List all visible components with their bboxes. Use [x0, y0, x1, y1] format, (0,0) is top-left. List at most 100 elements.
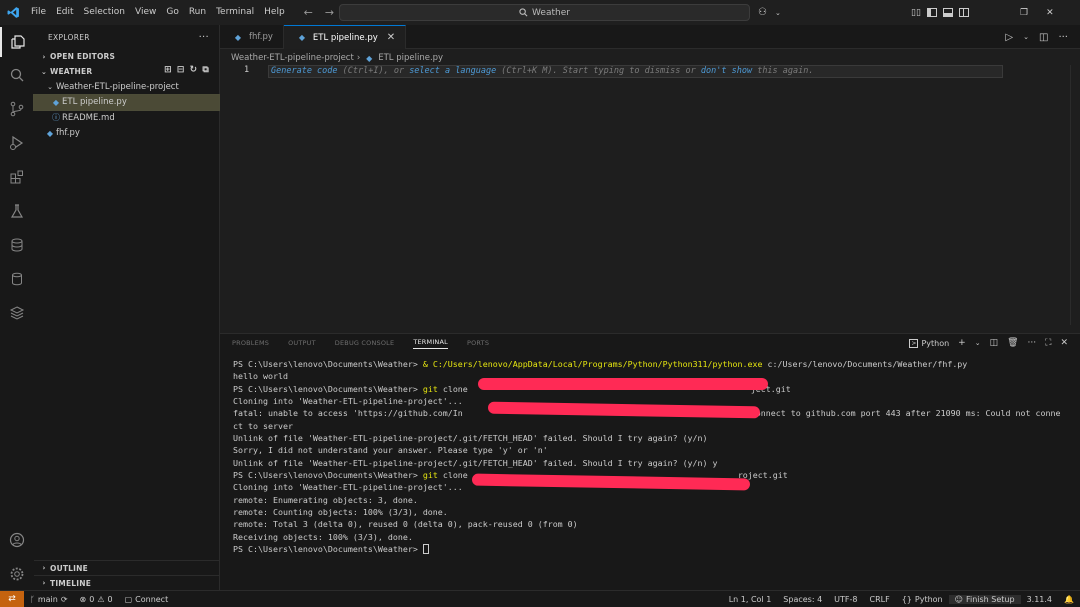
toggle-panel-icon[interactable] — [942, 8, 953, 17]
layout-controls: ▯▯ — [911, 0, 969, 25]
select-language-link[interactable]: select a language — [409, 66, 496, 76]
terminal-selector[interactable]: > Python — [909, 338, 949, 348]
chevron-right-icon: › — [42, 564, 46, 572]
terminal-icon: > — [909, 338, 919, 348]
hint-text: (Ctrl+K M). Start typing to dismiss or — [496, 66, 701, 76]
explorer-header: EXPLORER ··· — [34, 25, 219, 49]
warning-icon: ⚠ — [97, 594, 105, 604]
toggle-secondary-sidebar-icon[interactable] — [958, 8, 969, 17]
file-fhf[interactable]: ◆ fhf.py — [34, 126, 219, 142]
source-control-icon[interactable] — [0, 94, 34, 124]
tab-fhf[interactable]: ◆ fhf.py — [220, 25, 284, 49]
account-icon[interactable] — [0, 525, 34, 555]
menu-go[interactable]: Go — [161, 0, 183, 25]
terminal-line: Receiving objects: 100% (3/3), done. — [233, 531, 413, 542]
split-editor-icon[interactable]: ◫ — [1039, 32, 1048, 43]
breadcrumb-file[interactable]: ETL pipeline.py — [378, 53, 443, 63]
close-icon[interactable]: ✕ — [387, 32, 395, 43]
menu-run[interactable]: Run — [184, 0, 211, 25]
terminal-line: Unlink of file 'Weather-ETL-pipeline-pro… — [233, 433, 708, 444]
maximize-panel-icon[interactable]: ⛶ — [1045, 338, 1051, 348]
extensions-icon[interactable] — [0, 162, 34, 192]
menu-file[interactable]: File — [26, 0, 51, 25]
tab-problems[interactable]: PROBLEMS — [232, 339, 269, 347]
terminal-command: git — [422, 470, 438, 481]
terminal-line: Sorry, I did not understand your answer.… — [233, 445, 548, 456]
new-folder-icon[interactable]: ⊟ — [177, 65, 185, 75]
command-center-search[interactable]: Weather — [339, 4, 750, 21]
open-editors-section[interactable]: › OPEN EDITORS — [34, 49, 219, 64]
tab-ports[interactable]: PORTS — [467, 339, 489, 347]
tab-label: fhf.py — [249, 32, 273, 42]
close-window-icon[interactable]: ✕ — [1046, 8, 1054, 18]
timeline-section[interactable]: › TIMELINE — [34, 575, 219, 590]
collapse-all-icon[interactable]: ⧉ — [202, 65, 209, 75]
generate-code-link[interactable]: Generate code — [271, 66, 338, 76]
database-icon[interactable] — [0, 230, 34, 260]
new-terminal-icon[interactable]: + — [958, 338, 966, 348]
info-icon: ⓘ — [52, 113, 60, 123]
menu-selection[interactable]: Selection — [79, 0, 130, 25]
toggle-primary-sidebar-icon[interactable] — [926, 8, 937, 17]
problems-indicator[interactable]: ⊗ 0 ⚠ 0 — [74, 595, 119, 604]
search-icon[interactable] — [0, 60, 34, 90]
tab-etl-pipeline[interactable]: ◆ ETL pipeline.py ✕ — [283, 25, 407, 49]
editor-scrollbar[interactable] — [1070, 65, 1071, 325]
chevron-down-icon[interactable]: ⌄ — [1023, 33, 1029, 41]
layers-icon[interactable] — [0, 298, 34, 328]
storage-icon[interactable] — [0, 264, 34, 294]
copilot-menu[interactable]: ⚇ ⌄ — [758, 0, 781, 25]
run-debug-icon[interactable] — [0, 128, 34, 158]
python-interpreter[interactable]: 3.11.4 — [1021, 595, 1058, 604]
chevron-down-icon: ⌄ — [40, 67, 48, 76]
cursor-position[interactable]: Ln 1, Col 1 — [723, 595, 778, 604]
tab-terminal[interactable]: TERMINAL — [413, 338, 448, 349]
connect-button[interactable]: ▢ Connect — [119, 595, 175, 604]
breadcrumb-folder[interactable]: Weather-ETL-pipeline-project — [231, 53, 354, 63]
menu-help[interactable]: Help — [259, 0, 290, 25]
file-readme[interactable]: ⓘ README.md — [34, 110, 219, 126]
more-actions-icon[interactable]: ··· — [199, 32, 209, 43]
vscode-logo-icon — [0, 0, 26, 25]
encoding[interactable]: UTF-8 — [828, 595, 863, 604]
new-file-icon[interactable]: ⊞ — [164, 65, 172, 75]
finish-setup-button[interactable]: ☺ Finish Setup — [948, 595, 1021, 604]
folder-weather-etl[interactable]: ⌄ Weather-ETL-pipeline-project — [34, 79, 219, 95]
back-arrow-icon[interactable]: ← — [304, 6, 313, 19]
menu-terminal[interactable]: Terminal — [211, 0, 259, 25]
python-file-icon: ◆ — [234, 32, 242, 42]
trash-icon[interactable]: 🗑 — [1007, 338, 1018, 348]
customize-layout-icon[interactable]: ▯▯ — [911, 8, 921, 18]
workspace-section[interactable]: ⌄ WEATHER ⊞ ⊟ ↻ ⧉ — [34, 64, 219, 79]
restore-window-icon[interactable]: ❐ — [1020, 8, 1028, 18]
split-terminal-icon[interactable]: ◫ — [990, 338, 999, 348]
terminal-command: git — [422, 383, 438, 394]
menu-view[interactable]: View — [130, 0, 161, 25]
chevron-down-icon[interactable]: ⌄ — [975, 339, 981, 347]
close-panel-icon[interactable]: ✕ — [1060, 338, 1068, 348]
settings-gear-icon[interactable] — [0, 559, 34, 589]
menu-edit[interactable]: Edit — [51, 0, 78, 25]
indentation[interactable]: Spaces: 4 — [777, 595, 828, 604]
tab-output[interactable]: OUTPUT — [288, 339, 316, 347]
line-ending[interactable]: CRLF — [864, 595, 896, 604]
branch-indicator[interactable]: ᚴ main ⟳ — [24, 595, 74, 604]
explorer-icon[interactable] — [0, 27, 34, 57]
refresh-icon[interactable]: ↻ — [190, 65, 198, 75]
more-actions-icon[interactable]: ··· — [1058, 32, 1068, 43]
outline-section[interactable]: › OUTLINE — [34, 560, 219, 575]
run-python-icon[interactable]: ▷ — [1005, 32, 1013, 43]
terminal-prompt: PS C:\Users\lenovo\Documents\Weather> — [233, 544, 423, 555]
workspace-label: WEATHER — [50, 67, 93, 76]
forward-arrow-icon[interactable]: → — [325, 6, 334, 19]
bottom-panel: PROBLEMS OUTPUT DEBUG CONSOLE TERMINAL P… — [220, 333, 1080, 590]
more-actions-icon[interactable]: ··· — [1028, 338, 1037, 348]
language-mode[interactable]: {} Python — [896, 595, 949, 604]
remote-indicator-icon[interactable]: ⇄ — [0, 590, 24, 607]
notifications-bell-icon[interactable]: 🔔 — [1058, 595, 1080, 604]
testing-flask-icon[interactable] — [0, 196, 34, 226]
file-etl-pipeline[interactable]: ◆ ETL pipeline.py — [33, 93, 220, 111]
file-label: ETL pipeline.py — [62, 97, 127, 108]
tab-debug-console[interactable]: DEBUG CONSOLE — [335, 339, 395, 347]
dont-show-link[interactable]: don't show — [701, 66, 752, 76]
